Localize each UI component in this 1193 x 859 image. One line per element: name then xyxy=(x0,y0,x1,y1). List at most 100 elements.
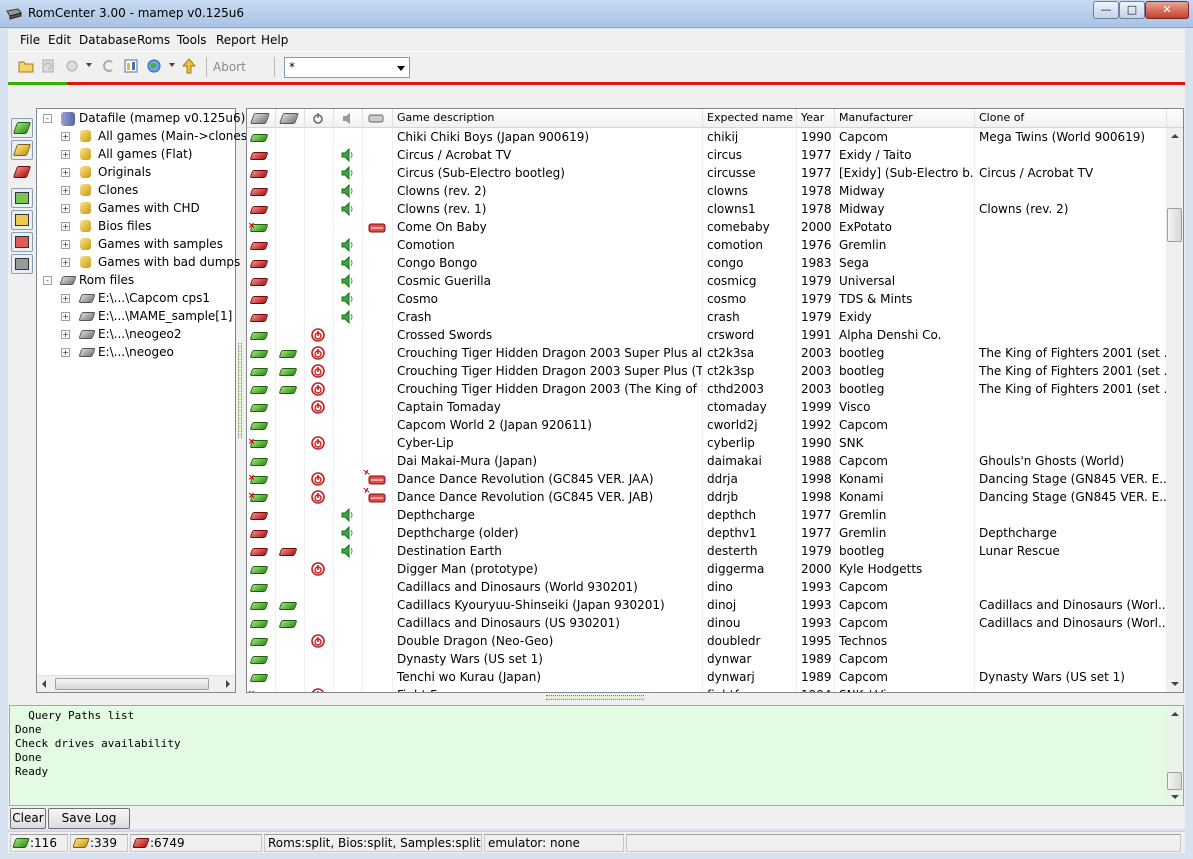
up-arrow-icon[interactable] xyxy=(181,58,197,74)
log-vertical-scrollbar[interactable] xyxy=(1166,706,1183,805)
splitter-grip[interactable] xyxy=(238,343,242,438)
report-icon[interactable] xyxy=(123,58,139,74)
table-row[interactable]: × Fight Feverfightfev1994SNK / Viccom xyxy=(247,686,1167,692)
globe-dropdown-icon[interactable] xyxy=(169,63,175,67)
scan-dropdown-icon[interactable] xyxy=(86,63,92,67)
scroll-right-icon[interactable] xyxy=(226,680,230,688)
table-row[interactable]: Comotion comotion 1976 Gremlin xyxy=(247,236,1167,254)
show-incomplete-button[interactable] xyxy=(11,140,33,160)
menu-roms[interactable]: Roms xyxy=(137,33,170,47)
scroll-thumb[interactable] xyxy=(1167,208,1182,242)
maximize-button[interactable]: □ xyxy=(1119,1,1145,19)
table-row[interactable]: Circus (Sub-Electro bootleg) circusse 1977… xyxy=(247,164,1167,182)
tree-item-game-set[interactable]: + Games with bad dumps xyxy=(37,254,240,272)
table-row[interactable]: Crossed Swords crsword 1991 Alpha Denshi Co… xyxy=(247,326,1167,344)
expand-icon[interactable]: + xyxy=(61,204,70,213)
vertical-splitter[interactable] xyxy=(236,108,245,693)
table-row[interactable]: Clowns (rev. 1) clowns1 1978 Midway Clowns (… xyxy=(247,200,1167,218)
show-complete-button[interactable] xyxy=(11,118,33,138)
datafile-tree[interactable]: - Datafile (mamep v0.125u6) + All games (Ma… xyxy=(36,108,247,693)
tree-item-rom-folder[interactable]: + E:\...\neogeo2 xyxy=(37,326,235,344)
tree-item-datafile[interactable]: - Datafile (mamep v0.125u6) xyxy=(37,110,245,128)
tree-item-game-set[interactable]: + Games with CHD xyxy=(37,200,235,218)
expand-icon[interactable]: + xyxy=(61,150,70,159)
menu-tools[interactable]: Tools xyxy=(177,33,207,47)
menu-database[interactable]: Database xyxy=(79,33,136,47)
table-row[interactable]: Digger Man (prototype) diggerma 2000 Kyle H… xyxy=(247,560,1167,578)
table-row[interactable]: Depthcharge depthch 1977 Gremlin xyxy=(247,506,1167,524)
table-row[interactable]: Crash crash 1979 Exidy xyxy=(247,308,1167,326)
table-row[interactable]: × Come On Baby comebaby 2000 ExPotato xyxy=(247,218,1167,236)
show-green-folder-button[interactable] xyxy=(11,188,33,208)
scroll-up-icon[interactable] xyxy=(1171,712,1179,716)
table-row[interactable]: Circus / Acrobat TV circus 1977 Exidy / Tai… xyxy=(247,146,1167,164)
undo-icon[interactable] xyxy=(100,58,116,74)
table-row[interactable]: Crouching Tiger Hidden Dragon 2003 Super… xyxy=(247,344,1167,362)
refresh-icon[interactable] xyxy=(40,58,56,74)
scroll-thumb[interactable] xyxy=(1167,772,1182,790)
table-row[interactable]: Cosmo cosmo 1979 TDS & Mints xyxy=(247,290,1167,308)
tree-item-game-set[interactable]: + All games (Flat) xyxy=(37,146,235,164)
minimize-button[interactable]: — xyxy=(1093,1,1119,19)
table-row[interactable]: Dynasty Wars (US set 1) dynwar 1989 Capcom xyxy=(247,650,1167,668)
table-row[interactable]: Destination Earth desterth 1979 bootleg Luna… xyxy=(247,542,1167,560)
save-log-button[interactable]: Save Log file... xyxy=(48,808,130,844)
header-year[interactable]: Year xyxy=(797,109,835,128)
filter-select[interactable]: * xyxy=(284,57,410,78)
header-manufacturer[interactable]: Manufacturer xyxy=(835,109,975,128)
abort-button[interactable]: Abort xyxy=(213,60,246,74)
table-row[interactable]: Cadillacs and Dinosaurs (World 930201) di… xyxy=(247,578,1167,596)
table-row[interactable]: Chiki Chiki Boys (Japan 900619) chikij 199… xyxy=(247,128,1167,146)
table-row[interactable]: Capcom World 2 (Japan 920611) cworld2j 199… xyxy=(247,416,1167,434)
expand-icon[interactable]: + xyxy=(61,258,70,267)
expand-icon[interactable]: + xyxy=(61,168,70,177)
tree-item-game-set[interactable]: + Clones xyxy=(37,182,235,200)
table-row[interactable]: Dai Makai-Mura (Japan) daimakai 1988 Capcom… xyxy=(247,452,1167,470)
menu-help[interactable]: Help xyxy=(261,33,288,47)
table-row[interactable]: Cosmic Guerilla cosmicg 1979 Universal xyxy=(247,272,1167,290)
tree-horizontal-scrollbar[interactable] xyxy=(37,675,235,692)
tree-item-game-set[interactable]: + Originals xyxy=(37,164,235,182)
tree-item-rom-folder[interactable]: + E:\...\MAME_sample[1] xyxy=(37,308,235,326)
show-red-folder-button[interactable] xyxy=(11,232,33,252)
collapse-icon[interactable]: - xyxy=(43,114,52,123)
header-bios-status[interactable] xyxy=(305,109,334,128)
expand-icon[interactable]: + xyxy=(61,222,70,231)
show-yellow-folder-button[interactable] xyxy=(11,210,33,230)
scan-icon[interactable] xyxy=(64,58,80,74)
table-row[interactable]: Crouching Tiger Hidden Dragon 2003 Super… xyxy=(247,362,1167,380)
menu-edit[interactable]: Edit xyxy=(48,33,71,47)
tree-item-game-set[interactable]: + All games (Main->clones xyxy=(37,128,247,146)
table-row[interactable]: Clowns (rev. 2) clowns 1978 Midway xyxy=(247,182,1167,200)
expand-icon[interactable]: + xyxy=(61,294,70,303)
table-row[interactable]: Captain Tomaday ctomaday 1999 Visco xyxy=(247,398,1167,416)
horizontal-splitter[interactable] xyxy=(246,693,1184,703)
header-clone-of[interactable]: Clone of xyxy=(975,109,1167,128)
header-sample-status[interactable] xyxy=(334,109,363,128)
collapse-icon[interactable]: - xyxy=(43,276,52,285)
scroll-down-icon[interactable] xyxy=(1171,682,1179,686)
scroll-up-icon[interactable] xyxy=(1171,134,1179,138)
expand-icon[interactable]: + xyxy=(61,312,70,321)
expand-icon[interactable]: + xyxy=(61,330,70,339)
tree-item-rom-folder[interactable]: + E:\...\Capcom cps1 xyxy=(37,290,235,308)
header-game-description[interactable]: Game description xyxy=(393,109,703,128)
table-row[interactable]: Cadillacs Kyouryuu-Shinseiki (Japan 9302… xyxy=(247,596,1167,614)
table-row[interactable]: Congo Bongo congo 1983 Sega xyxy=(247,254,1167,272)
splitter-grip[interactable] xyxy=(546,695,644,700)
expand-icon[interactable]: + xyxy=(61,240,70,249)
expand-icon[interactable]: + xyxy=(61,132,70,141)
show-gray-folder-button[interactable] xyxy=(11,254,33,274)
header-disk-status[interactable] xyxy=(363,109,393,128)
tree-item-rom-files[interactable]: - Rom files xyxy=(37,272,235,290)
scroll-down-icon[interactable] xyxy=(1171,795,1179,799)
show-missing-button[interactable] xyxy=(11,162,33,182)
menu-report[interactable]: Report xyxy=(216,33,256,47)
header-chd-status[interactable] xyxy=(276,109,305,128)
header-rom-status[interactable] xyxy=(247,109,276,128)
scroll-thumb[interactable] xyxy=(55,678,209,690)
clear-log-button[interactable]: Clear xyxy=(10,808,46,829)
tree-item-game-set[interactable]: + Bios files xyxy=(37,218,235,236)
tree-item-rom-folder[interactable]: + E:\...\neogeo xyxy=(37,344,235,362)
table-row[interactable]: × × Dance Dance Revolution (GC845 VER. JAB… xyxy=(247,488,1167,506)
